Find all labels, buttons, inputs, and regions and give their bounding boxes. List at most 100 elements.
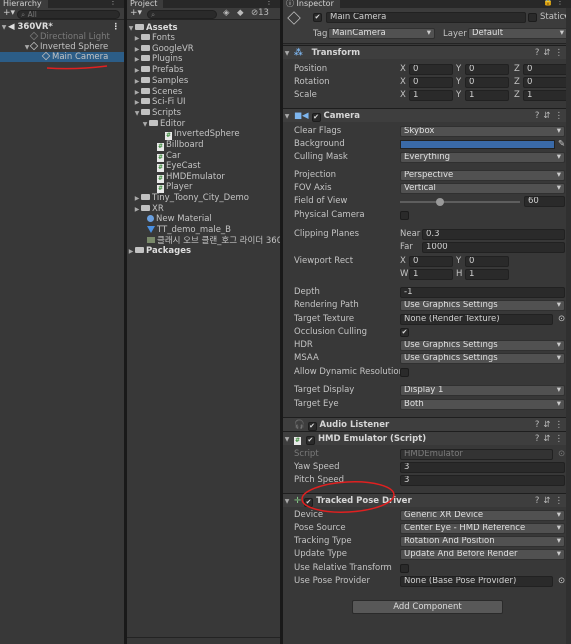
- expand-icon[interactable]: ▶: [133, 55, 141, 65]
- target-display-dropdown[interactable]: Display 1: [400, 385, 565, 396]
- transform-position-z-field[interactable]: 0: [523, 64, 571, 75]
- physical-camera-checkbox[interactable]: [400, 211, 409, 220]
- expand-icon[interactable]: ▶: [127, 247, 135, 257]
- transform-scale-x-field[interactable]: 1: [409, 90, 453, 101]
- transform-rotation-z-field[interactable]: 0: [523, 77, 571, 88]
- transform-scale-z-field[interactable]: 1: [523, 90, 571, 101]
- scene-menu-icon[interactable]: ⋮: [112, 22, 121, 32]
- expand-icon[interactable]: ▶: [133, 88, 141, 98]
- viewport-vy-field[interactable]: 0: [465, 256, 509, 267]
- object-picker-icon[interactable]: ⊙: [558, 575, 565, 588]
- msaa-dropdown[interactable]: Use Graphics Settings: [400, 353, 565, 364]
- relative-transform-checkbox[interactable]: [400, 564, 409, 573]
- fov-field[interactable]: 60: [524, 196, 565, 207]
- projection-dropdown[interactable]: Perspective: [400, 170, 565, 181]
- project-item-tiny-toony-city-demo[interactable]: ▶ Tiny_Toony_City_Demo: [127, 193, 280, 203]
- viewport-vw-field[interactable]: 1: [409, 269, 453, 280]
- project-item-hmdemulator[interactable]: # HMDEmulator: [127, 172, 280, 183]
- dynamic-resolution-checkbox[interactable]: [400, 368, 409, 377]
- project-item-new-material[interactable]: New Material: [127, 214, 280, 224]
- yaw-speed-field[interactable]: 3: [400, 462, 565, 473]
- project-item-fonts[interactable]: ▶ Fonts: [127, 33, 280, 43]
- active-checkbox[interactable]: ✔: [313, 13, 322, 22]
- project-item-googlevr[interactable]: ▶ GoogleVR: [127, 44, 280, 54]
- project-item-korean-image[interactable]: 클래시 오브 클랜_호그 라이더 360: [127, 236, 280, 246]
- transform-position-x-field[interactable]: 0: [409, 64, 453, 75]
- tab-inspector[interactable]: ⓘ Inspector: [283, 0, 340, 8]
- static-checkbox[interactable]: [528, 13, 537, 22]
- object-picker-icon[interactable]: ⊙: [558, 313, 565, 326]
- background-color-swatch[interactable]: [400, 140, 555, 149]
- pose-provider-field[interactable]: None (Base Pose Provider): [400, 576, 553, 587]
- camera-enabled-checkbox[interactable]: ✔: [311, 113, 321, 122]
- component-controls-icon[interactable]: ?⇵⋮: [535, 432, 567, 446]
- packages-folder[interactable]: ▶ Packages: [127, 246, 280, 256]
- component-controls-icon[interactable]: ?⇵⋮: [535, 494, 567, 508]
- fov-slider-handle[interactable]: [436, 198, 444, 206]
- expand-icon[interactable]: ▶: [133, 66, 141, 76]
- transform-scale-y-field[interactable]: 1: [465, 90, 509, 101]
- hmd-script-field[interactable]: HMDEmulator: [400, 449, 553, 460]
- update-type-dropdown[interactable]: Update And Before Render: [400, 549, 565, 560]
- hmd-enabled-checkbox[interactable]: ✔: [305, 436, 315, 445]
- hmd-emulator-header[interactable]: ▼ # ✔ HMD Emulator (Script) ?⇵⋮: [283, 431, 571, 445]
- hierarchy-item-directional-light[interactable]: Directional Light: [0, 31, 124, 42]
- transform-header[interactable]: ▼ ⁂ Transform ?⇵⋮: [283, 45, 571, 59]
- viewport-vx-field[interactable]: 0: [409, 256, 453, 267]
- fov-slider-track[interactable]: [400, 201, 520, 203]
- rendering-path-dropdown[interactable]: Use Graphics Settings: [400, 300, 565, 311]
- eyedropper-icon[interactable]: ✎: [558, 138, 565, 151]
- viewport-vh-field[interactable]: 1: [465, 269, 509, 280]
- component-controls-icon[interactable]: ?⇵⋮: [535, 109, 567, 123]
- project-item-xr[interactable]: ▶ XR: [127, 204, 280, 214]
- tab-project[interactable]: Project: [127, 0, 164, 8]
- culling-mask-dropdown[interactable]: Everything: [400, 152, 565, 163]
- project-item-plugins[interactable]: ▶ Plugins: [127, 54, 280, 64]
- fov-axis-dropdown[interactable]: Vertical: [400, 183, 565, 194]
- project-item-scripts[interactable]: ▼ Scripts: [127, 108, 280, 118]
- project-item-eyecast[interactable]: # EyeCast: [127, 161, 280, 172]
- expand-icon[interactable]: ▶: [133, 45, 141, 55]
- transform-rotation-y-field[interactable]: 0: [465, 77, 509, 88]
- target-texture-field[interactable]: None (Render Texture): [400, 314, 553, 325]
- project-item-samples[interactable]: ▶ Samples: [127, 76, 280, 86]
- project-item-invertedsphere[interactable]: # InvertedSphere: [127, 129, 280, 140]
- camera-header[interactable]: ▼ ■◀ ✔ Camera ?⇵⋮: [283, 108, 571, 122]
- project-item-prefabs[interactable]: ▶ Prefabs: [127, 65, 280, 75]
- device-dropdown[interactable]: Generic XR Device: [400, 510, 565, 521]
- transform-rotation-x-field[interactable]: 0: [409, 77, 453, 88]
- far-field[interactable]: 1000: [422, 242, 565, 253]
- expand-icon[interactable]: ▶: [133, 34, 141, 44]
- pitch-speed-field[interactable]: 3: [400, 475, 565, 486]
- tracking-type-dropdown[interactable]: Rotation And Position: [400, 536, 565, 547]
- transform-position-y-field[interactable]: 0: [465, 64, 509, 75]
- object-picker-icon[interactable]: ⊙: [558, 448, 565, 461]
- project-item-tt-demo-male-b[interactable]: TT_demo_male_B: [127, 225, 280, 235]
- expand-icon[interactable]: ▶: [133, 77, 141, 87]
- layer-dropdown[interactable]: Default: [468, 28, 568, 39]
- expand-icon[interactable]: ▶: [133, 194, 141, 204]
- depth-field[interactable]: -1: [400, 287, 565, 298]
- project-item-player[interactable]: # Player: [127, 182, 280, 193]
- tag-dropdown[interactable]: MainCamera: [328, 28, 435, 39]
- assets-folder[interactable]: ▼ Assets: [127, 23, 280, 33]
- target-eye-dropdown[interactable]: Both: [400, 399, 565, 410]
- project-item-sci-fi-ui[interactable]: ▶ Sci-Fi UI: [127, 97, 280, 107]
- hidden-packages-icon[interactable]: ⊘13: [251, 8, 269, 18]
- expand-icon[interactable]: ▼: [283, 47, 291, 61]
- expand-icon[interactable]: ▶: [133, 98, 141, 108]
- component-controls-icon[interactable]: ?⇵⋮: [535, 46, 567, 60]
- expand-icon[interactable]: ▼: [283, 110, 291, 124]
- inspector-scrollbar[interactable]: [566, 8, 571, 644]
- create-button[interactable]: +▾: [130, 8, 142, 18]
- pose-source-dropdown[interactable]: Center Eye - HMD Reference: [400, 523, 565, 534]
- expand-icon[interactable]: ▼: [283, 495, 291, 509]
- clear-flags-dropdown[interactable]: Skybox: [400, 126, 565, 137]
- component-controls-icon[interactable]: ?⇵⋮: [535, 418, 567, 432]
- hierarchy-item-inverted-sphere[interactable]: ▼ Inverted Sphere: [0, 41, 124, 52]
- filter-icon[interactable]: ◈: [223, 8, 230, 18]
- project-item-scenes[interactable]: ▶ Scenes: [127, 87, 280, 97]
- project-item-car[interactable]: # Car: [127, 151, 280, 162]
- create-button[interactable]: +▾: [3, 8, 15, 18]
- expand-icon[interactable]: ▼: [283, 433, 291, 447]
